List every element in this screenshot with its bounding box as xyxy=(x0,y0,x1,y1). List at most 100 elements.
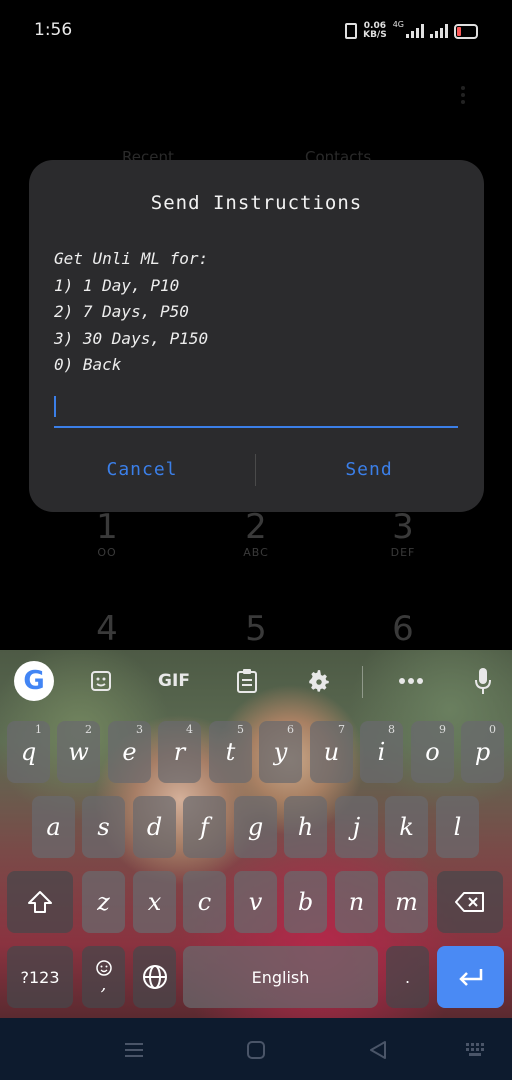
dialpad-key-3: 3 DEF xyxy=(358,508,448,559)
key-label: o xyxy=(425,738,440,766)
key-label: x xyxy=(147,888,162,916)
key-label: k xyxy=(399,813,414,841)
back-nav-icon[interactable] xyxy=(366,1038,390,1062)
key-m[interactable]: m xyxy=(385,871,428,933)
key-label: y xyxy=(273,738,288,766)
key-label: w xyxy=(68,738,89,766)
key-j[interactable]: j xyxy=(335,796,378,858)
key-hint: 7 xyxy=(338,723,345,736)
dialpad-digit: 6 xyxy=(392,609,414,649)
key-e[interactable]: e3 xyxy=(108,721,151,783)
gif-button[interactable]: GIF xyxy=(152,662,196,700)
key-hint: 8 xyxy=(388,723,395,736)
clock: 1:56 xyxy=(34,20,73,40)
key-label: h xyxy=(297,813,314,841)
key-t[interactable]: t5 xyxy=(209,721,252,783)
dialog-title: Send Instructions xyxy=(150,192,363,214)
dialpad-digit: 5 xyxy=(245,609,267,649)
key-hint: 2 xyxy=(85,723,92,736)
menu-nav-icon[interactable] xyxy=(122,1038,146,1062)
clipboard-icon[interactable] xyxy=(230,662,264,700)
key-v[interactable]: v xyxy=(234,871,277,933)
dialpad-key-6: 6 xyxy=(358,610,448,648)
battery-icon xyxy=(454,23,478,39)
more-options-icon xyxy=(461,86,465,104)
network-speed: 0.06 KB/S xyxy=(363,22,387,40)
language-key[interactable] xyxy=(133,946,176,1008)
key-hint: 5 xyxy=(237,723,244,736)
sticker-icon[interactable] xyxy=(84,662,118,700)
dialpad-digit: 2 xyxy=(245,507,267,547)
shift-key[interactable] xyxy=(7,871,73,933)
google-logo-icon[interactable]: G xyxy=(14,661,54,701)
key-hint: 0 xyxy=(489,723,496,736)
network-speed-unit: KB/S xyxy=(363,30,387,40)
key-hint: 1 xyxy=(35,723,42,736)
key-label: v xyxy=(248,888,263,916)
signal-1-icon xyxy=(406,24,424,38)
home-nav-icon[interactable] xyxy=(244,1038,268,1062)
cancel-button[interactable]: Cancel xyxy=(42,450,242,490)
key-x[interactable]: x xyxy=(133,871,176,933)
keyboard-hide-icon[interactable] xyxy=(464,1038,488,1062)
key-label: m xyxy=(395,888,418,916)
key-label: , xyxy=(100,974,107,995)
more-icon[interactable] xyxy=(394,662,428,700)
dialpad-digit: 3 xyxy=(392,507,414,547)
key-z[interactable]: z xyxy=(82,871,125,933)
dialpad-key-5: 5 xyxy=(211,610,301,648)
key-r[interactable]: r4 xyxy=(158,721,201,783)
space-bar[interactable]: English xyxy=(183,946,378,1008)
key-c[interactable]: c xyxy=(183,871,226,933)
message-line: 1) 1 Day, P10 xyxy=(54,275,180,295)
message-line: Get Unli ML for: xyxy=(54,249,209,268)
settings-gear-icon[interactable] xyxy=(302,662,336,700)
backspace-key[interactable] xyxy=(437,871,503,933)
microphone-icon[interactable] xyxy=(466,662,500,700)
period-key[interactable]: . xyxy=(386,946,429,1008)
button-divider xyxy=(255,454,256,486)
key-label: q xyxy=(20,738,37,766)
key-label: e xyxy=(122,738,137,766)
dialpad-key-2: 2 ABC xyxy=(211,508,301,559)
key-label: r xyxy=(173,738,186,766)
status-bar: 1:56 0.06 KB/S 4G xyxy=(0,0,512,60)
dialpad-letters: OO xyxy=(97,546,117,559)
key-g[interactable]: g xyxy=(234,796,277,858)
key-h[interactable]: h xyxy=(284,796,327,858)
comma-key[interactable]: , xyxy=(82,946,125,1008)
key-label: g xyxy=(247,813,264,841)
shift-icon xyxy=(28,891,52,913)
key-n[interactable]: n xyxy=(335,871,378,933)
dialpad-digit: 1 xyxy=(96,507,118,547)
key-label: b xyxy=(297,888,314,916)
key-f[interactable]: f xyxy=(183,796,226,858)
send-button[interactable]: Send xyxy=(269,450,469,490)
key-p[interactable]: p0 xyxy=(461,721,504,783)
key-hint: 3 xyxy=(136,723,143,736)
key-label: c xyxy=(197,888,212,916)
key-label: j xyxy=(352,813,361,841)
key-q[interactable]: q1 xyxy=(7,721,50,783)
key-d[interactable]: d xyxy=(133,796,176,858)
key-label: p xyxy=(474,738,491,766)
reply-input[interactable] xyxy=(54,392,458,428)
navigation-bar xyxy=(0,1018,512,1080)
key-s[interactable]: s xyxy=(82,796,125,858)
key-u[interactable]: u7 xyxy=(310,721,353,783)
key-label: d xyxy=(146,813,163,841)
key-b[interactable]: b xyxy=(284,871,327,933)
key-k[interactable]: k xyxy=(385,796,428,858)
key-l[interactable]: l xyxy=(436,796,479,858)
key-o[interactable]: o9 xyxy=(411,721,454,783)
enter-key[interactable] xyxy=(437,946,504,1008)
key-label: i xyxy=(377,738,386,766)
key-w[interactable]: w2 xyxy=(57,721,100,783)
ussd-dialog: Send Instructions Get Unli ML for: 1) 1 … xyxy=(29,160,484,512)
dialpad-key-4: 4 xyxy=(62,610,152,648)
key-i[interactable]: i8 xyxy=(360,721,403,783)
symbols-key[interactable]: ?123 xyxy=(7,946,73,1008)
key-label: s xyxy=(97,813,110,841)
key-y[interactable]: y6 xyxy=(259,721,302,783)
key-a[interactable]: a xyxy=(32,796,75,858)
